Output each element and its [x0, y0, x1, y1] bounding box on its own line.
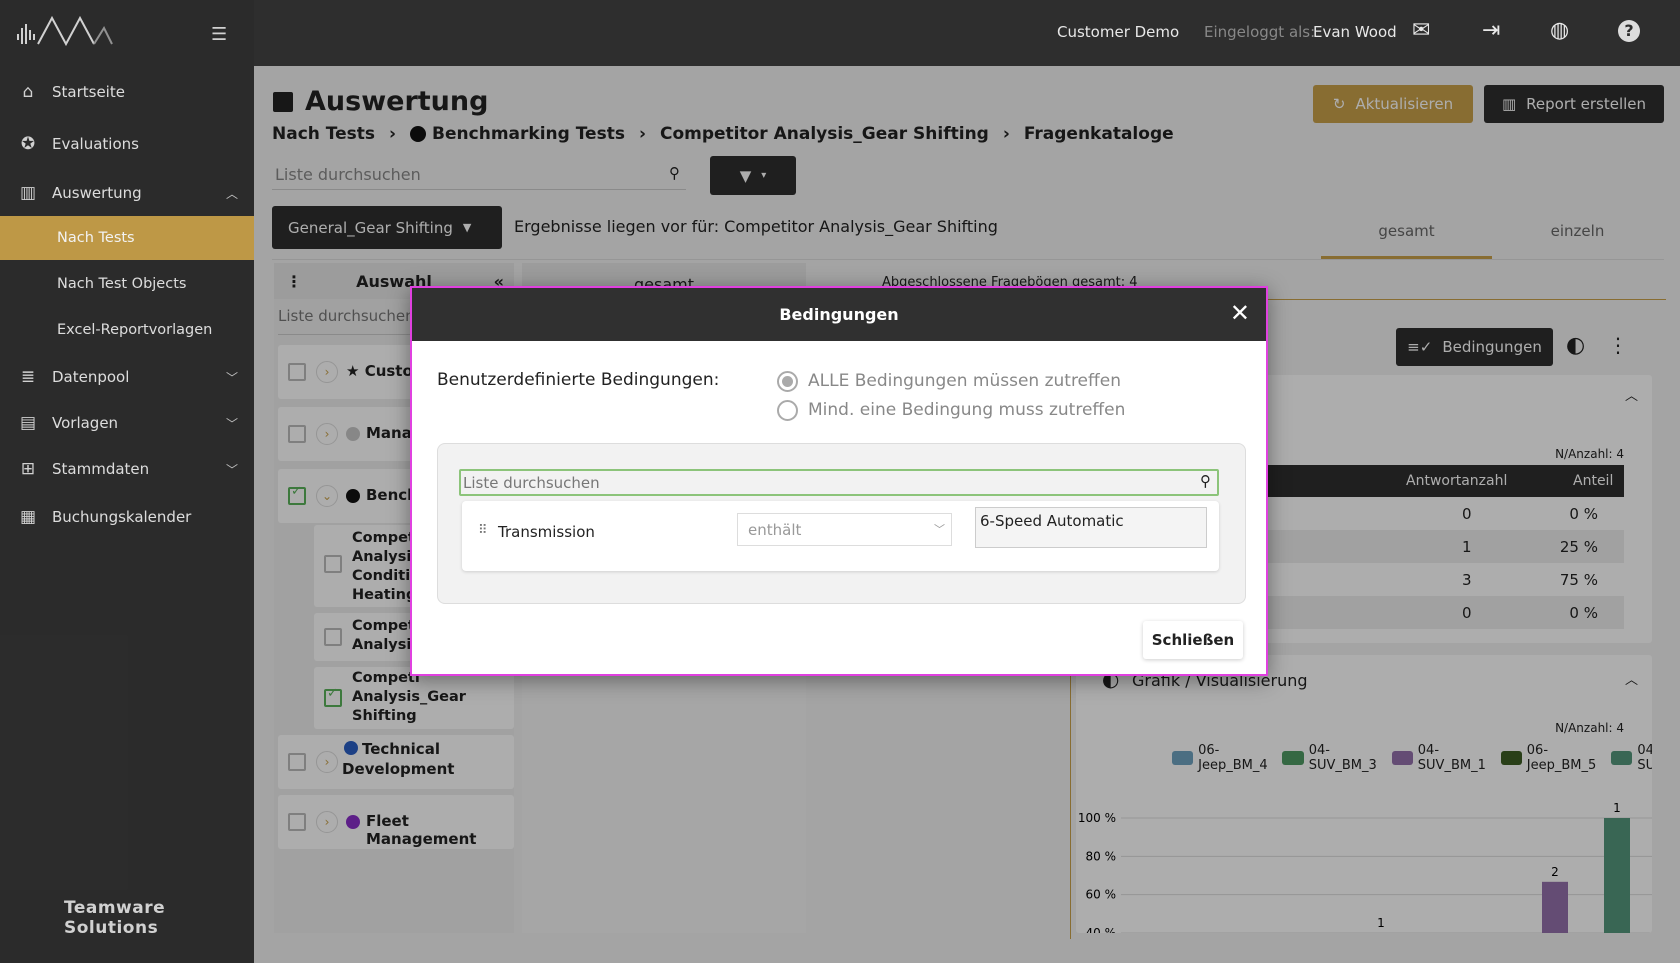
conditions-dialog: Bedingungen ✕ Benutzerdefinierte Bedingu…: [410, 286, 1268, 676]
top-bar: Customer Demo Eingeloggt als: Evan Wood …: [254, 0, 1680, 66]
user-name: Evan Wood: [1313, 23, 1397, 41]
conditions-label: Benutzerdefinierte Bedingungen:: [437, 370, 720, 390]
mail-icon[interactable]: ✉: [1412, 18, 1430, 43]
globe-icon[interactable]: ◍: [1550, 18, 1569, 43]
help-icon[interactable]: ?: [1618, 20, 1640, 42]
radio-all[interactable]: [777, 371, 798, 392]
condition-row: ⠿ Transmission enthält ﹀ 6-Speed Automati…: [462, 501, 1219, 571]
dialog-header: Bedingungen ✕: [412, 288, 1266, 341]
conditions-container: Liste durchsuchen ⚲ ⠿ Transmission enthä…: [437, 443, 1246, 604]
search-icon: ⚲: [1200, 472, 1211, 490]
logout-icon[interactable]: ⇥: [1482, 18, 1500, 43]
radio-any[interactable]: [777, 400, 798, 421]
close-icon[interactable]: ✕: [1230, 299, 1250, 327]
logged-in-label: Eingeloggt als:: [1204, 23, 1316, 41]
condition-search-input[interactable]: Liste durchsuchen ⚲: [459, 469, 1219, 496]
dialog-title: Bedingungen: [779, 305, 899, 324]
operator-select[interactable]: enthält ﹀: [737, 513, 952, 546]
condition-value-textarea[interactable]: 6-Speed Automatic: [975, 507, 1207, 548]
sidebar-dim: [0, 0, 254, 963]
condition-field: Transmission: [498, 523, 595, 541]
customer-name: Customer Demo: [1057, 23, 1180, 41]
close-button[interactable]: Schließen: [1143, 621, 1243, 659]
drag-handle-icon[interactable]: ⠿: [478, 523, 488, 538]
chevron-down-icon: ﹀: [934, 523, 945, 536]
